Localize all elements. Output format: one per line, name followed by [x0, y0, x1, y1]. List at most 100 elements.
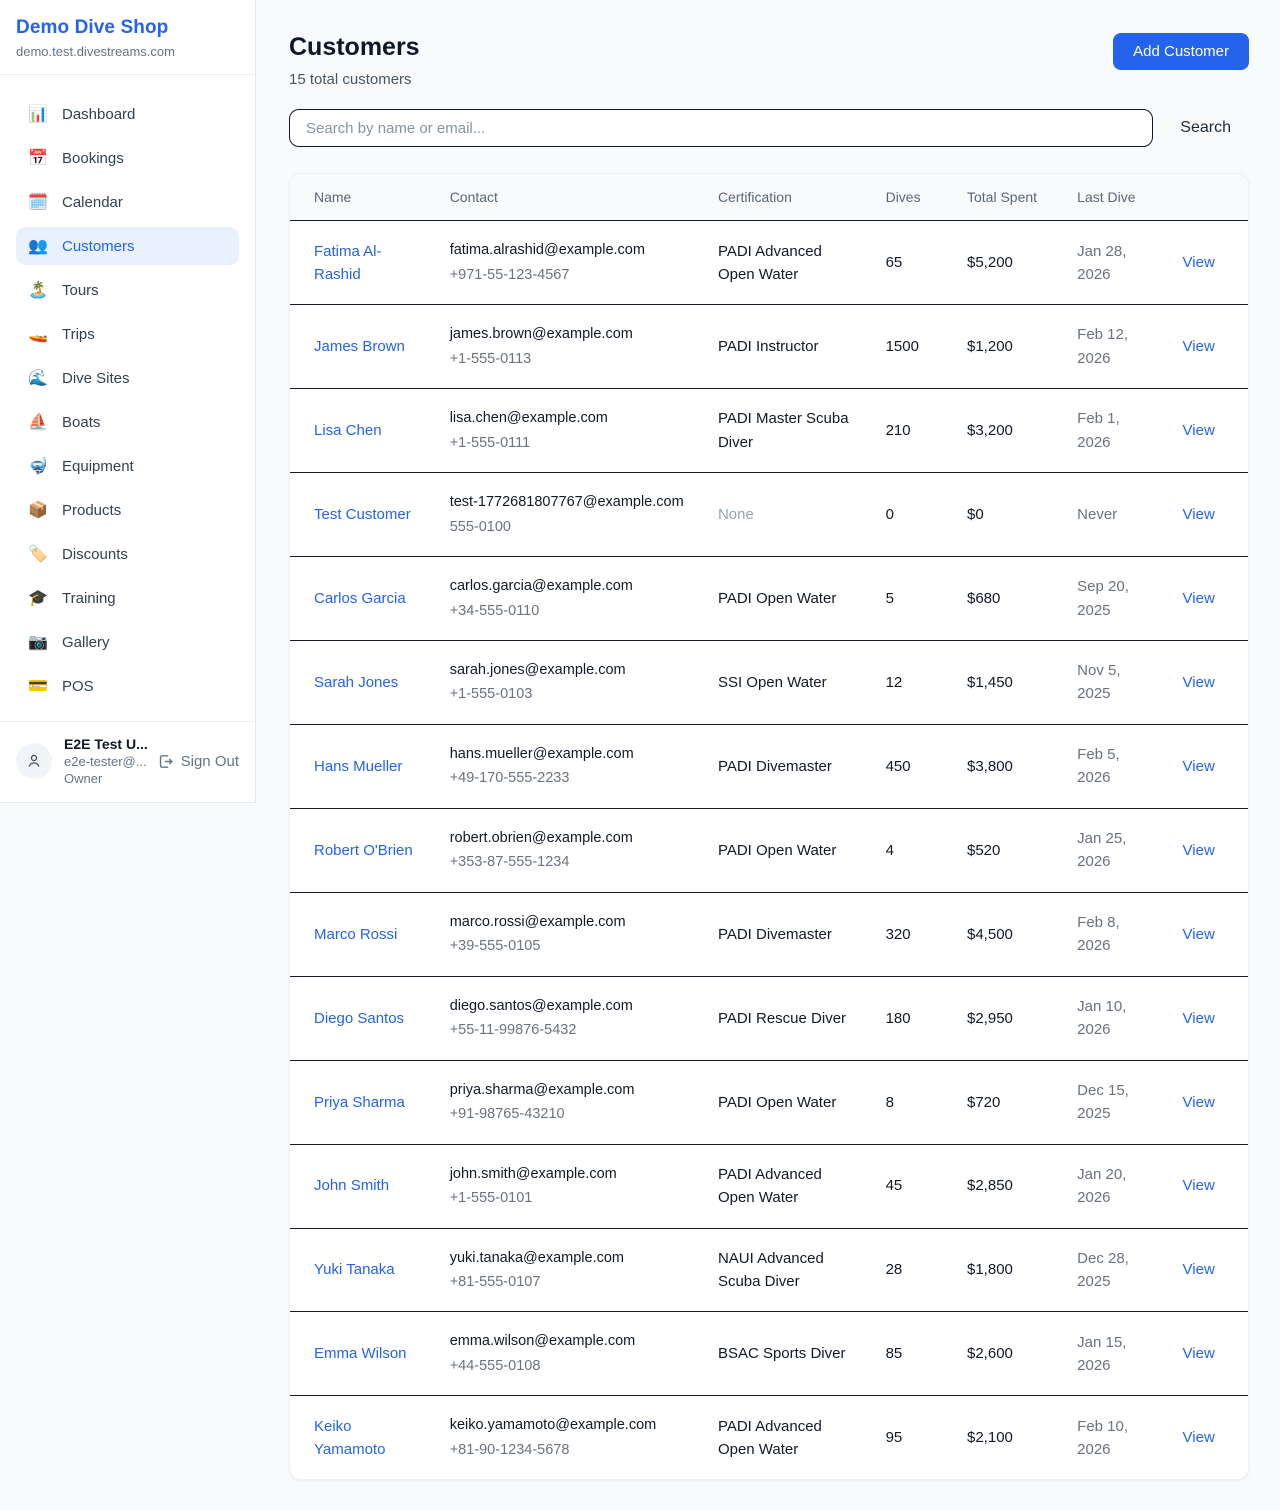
- view-link[interactable]: View: [1183, 506, 1215, 523]
- sidebar-item-training[interactable]: 🎓 Training: [16, 579, 239, 617]
- view-link[interactable]: View: [1183, 1010, 1215, 1027]
- search-row: Search: [289, 109, 1249, 147]
- view-cell: View: [1167, 1396, 1248, 1479]
- view-link[interactable]: View: [1183, 674, 1215, 691]
- search-input[interactable]: [289, 109, 1153, 147]
- column-header: Last Dive: [1061, 174, 1166, 221]
- sidebar-item-label: Training: [62, 590, 116, 607]
- view-link[interactable]: View: [1183, 1177, 1215, 1194]
- customer-name-link[interactable]: Marco Rossi: [314, 926, 397, 943]
- last-dive-cell: Jan 25, 2026: [1061, 808, 1166, 892]
- last-dive-cell: Jan 20, 2026: [1061, 1144, 1166, 1228]
- total-spent-cell: $2,850: [951, 1144, 1061, 1228]
- customer-name-link[interactable]: Test Customer: [314, 506, 411, 523]
- shop-name: Demo Dive Shop: [16, 17, 239, 39]
- certification-cell: PADI Master Scuba Diver: [702, 389, 870, 473]
- last-dive-cell: Jan 10, 2026: [1061, 976, 1166, 1060]
- user-meta: E2E Test U... e2e-tester@... Owner: [64, 736, 145, 786]
- sidebar-item-calendar[interactable]: 🗓️Calendar: [16, 183, 239, 221]
- sidebar-item-tours[interactable]: 🏝️Tours: [16, 271, 239, 309]
- sidebar-item-label: Gallery: [62, 634, 110, 651]
- sidebar-item-boats[interactable]: ⛵Boats: [16, 403, 239, 441]
- customer-name-link[interactable]: Sarah Jones: [314, 674, 398, 691]
- view-link[interactable]: View: [1183, 254, 1215, 271]
- view-link[interactable]: View: [1183, 1345, 1215, 1362]
- total-spent-cell: $3,200: [951, 389, 1061, 473]
- view-cell: View: [1167, 221, 1248, 305]
- dives-cell: 180: [870, 976, 951, 1060]
- contact-cell: fatima.alrashid@example.com +971-55-123-…: [434, 221, 702, 305]
- sidebar-item-bookings[interactable]: 📅Bookings: [16, 139, 239, 177]
- calendar-icon: 🗓️: [28, 192, 48, 212]
- dives-cell: 45: [870, 1144, 951, 1228]
- customer-name-link[interactable]: Robert O'Brien: [314, 842, 413, 859]
- sidebar-item-label: Trips: [62, 326, 95, 343]
- customer-name-link[interactable]: Carlos Garcia: [314, 590, 406, 607]
- bookings-icon: 📅: [28, 148, 48, 168]
- gallery-icon: 📷: [28, 632, 48, 652]
- sidebar-item-discounts[interactable]: 🏷️Discounts: [16, 535, 239, 573]
- customer-name-link[interactable]: Yuki Tanaka: [314, 1261, 395, 1278]
- customer-email: sarah.jones@example.com: [450, 659, 686, 681]
- sidebar-item-equipment[interactable]: 🤿Equipment: [16, 447, 239, 485]
- training-icon: 🎓: [28, 588, 48, 608]
- customer-name-link[interactable]: John Smith: [314, 1177, 389, 1194]
- dives-cell: 320: [870, 892, 951, 976]
- last-dive-cell: Feb 10, 2026: [1061, 1396, 1166, 1479]
- view-link[interactable]: View: [1183, 758, 1215, 775]
- sidebar-item-dive-sites[interactable]: 🌊Dive Sites: [16, 359, 239, 397]
- view-cell: View: [1167, 640, 1248, 724]
- sidebar-item-trips[interactable]: 🚤Trips: [16, 315, 239, 353]
- certification-cell: PADI Divemaster: [702, 892, 870, 976]
- view-link[interactable]: View: [1183, 926, 1215, 943]
- avatar: [16, 743, 52, 779]
- sign-out-button[interactable]: Sign Out: [157, 753, 239, 770]
- sidebar-item-products[interactable]: 📦Products: [16, 491, 239, 529]
- sidebar-item-dashboard[interactable]: 📊Dashboard: [16, 95, 239, 133]
- customer-name-link[interactable]: James Brown: [314, 338, 405, 355]
- certification-cell: PADI Open Water: [702, 1060, 870, 1144]
- customer-email: john.smith@example.com: [450, 1163, 686, 1185]
- customer-phone: +353-87-555-1234: [450, 851, 686, 873]
- customer-name-link[interactable]: Priya Sharma: [314, 1094, 405, 1111]
- contact-cell: sarah.jones@example.com +1-555-0103: [434, 640, 702, 724]
- column-header: Name: [290, 174, 434, 221]
- customer-name-link[interactable]: Keiko Yamamoto: [314, 1418, 385, 1458]
- customer-name-link[interactable]: Diego Santos: [314, 1010, 404, 1027]
- add-customer-button[interactable]: Add Customer: [1113, 33, 1249, 70]
- customer-phone: +44-555-0108: [450, 1355, 686, 1377]
- search-button[interactable]: Search: [1180, 119, 1231, 137]
- total-spent-cell: $3,800: [951, 724, 1061, 808]
- customer-name-link[interactable]: Fatima Al-Rashid: [314, 243, 382, 283]
- view-link[interactable]: View: [1183, 338, 1215, 355]
- view-cell: View: [1167, 1228, 1248, 1312]
- sidebar-item-pos[interactable]: 💳POS: [16, 667, 239, 705]
- customer-name-cell: Test Customer: [290, 473, 434, 557]
- view-link[interactable]: View: [1183, 422, 1215, 439]
- view-link[interactable]: View: [1183, 1261, 1215, 1278]
- contact-cell: marco.rossi@example.com +39-555-0105: [434, 892, 702, 976]
- view-link[interactable]: View: [1183, 1094, 1215, 1111]
- customers-table: NameContactCertificationDivesTotal Spent…: [290, 174, 1248, 1479]
- certification-cell: PADI Divemaster: [702, 724, 870, 808]
- customer-name-link[interactable]: Emma Wilson: [314, 1345, 407, 1362]
- brand: Demo Dive Shop demo.test.divestreams.com: [0, 0, 255, 75]
- dives-cell: 450: [870, 724, 951, 808]
- tours-icon: 🏝️: [28, 280, 48, 300]
- customer-name-link[interactable]: Hans Mueller: [314, 758, 402, 775]
- customer-name-link[interactable]: Lisa Chen: [314, 422, 382, 439]
- view-link[interactable]: View: [1183, 1429, 1215, 1446]
- contact-cell: keiko.yamamoto@example.com +81-90-1234-5…: [434, 1396, 702, 1479]
- total-spent-cell: $520: [951, 808, 1061, 892]
- customer-email: james.brown@example.com: [450, 323, 686, 345]
- column-header: [1167, 174, 1248, 221]
- view-link[interactable]: View: [1183, 842, 1215, 859]
- view-link[interactable]: View: [1183, 590, 1215, 607]
- customer-phone: +81-555-0107: [450, 1271, 686, 1293]
- discounts-icon: 🏷️: [28, 544, 48, 564]
- certification-cell: PADI Open Water: [702, 808, 870, 892]
- sidebar-item-gallery[interactable]: 📷 Gallery: [16, 623, 239, 661]
- last-dive-cell: Jan 28, 2026: [1061, 221, 1166, 305]
- customer-email: hans.mueller@example.com: [450, 743, 686, 765]
- sidebar-item-customers[interactable]: 👥Customers: [16, 227, 239, 265]
